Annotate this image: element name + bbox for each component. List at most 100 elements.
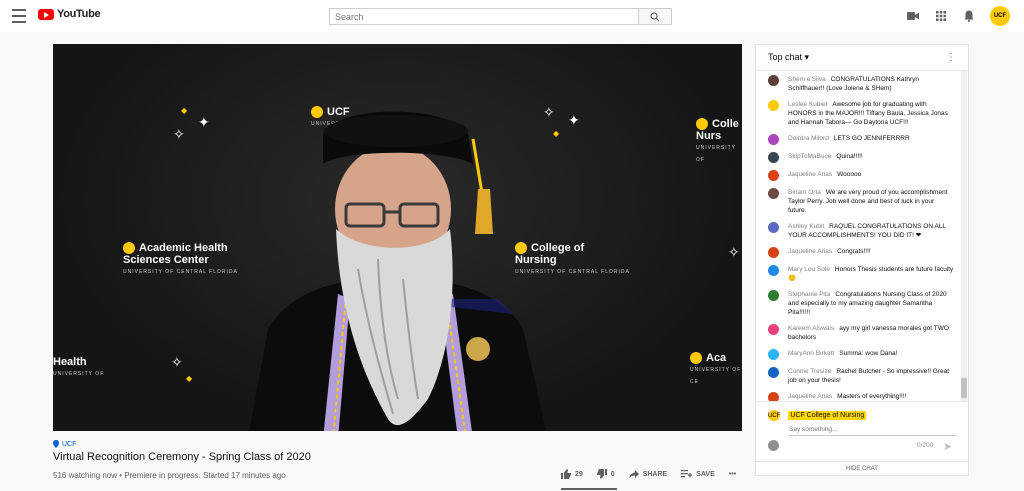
chat-author-name[interactable]: MaryAnn Birkett: [788, 350, 834, 357]
notifications-bell-icon[interactable]: [962, 9, 976, 23]
chat-message[interactable]: Kareem Alswais ayy my girl vanessa morale…: [756, 322, 962, 344]
chat-message[interactable]: Leslee Kubiet Awesome job for graduating …: [756, 98, 962, 129]
like-button[interactable]: 29: [561, 469, 583, 479]
chat-author-name[interactable]: Jaqueline Arias: [788, 171, 832, 178]
chat-message[interactable]: Biriam Orta We are very proud of you acco…: [756, 186, 962, 217]
chat-message-body: Leslee Kubiet Awesome job for graduating …: [788, 100, 954, 127]
chat-message[interactable]: Connie Tresize Rachel Butcher - So impres…: [756, 365, 962, 387]
video-title: Virtual Recognition Ceremony - Spring Cl…: [53, 451, 311, 463]
chat-message-body: Jaqueline Arias Wooooo: [788, 170, 861, 181]
chat-author-avatar[interactable]: [768, 290, 779, 301]
more-actions-button[interactable]: •••: [729, 471, 736, 478]
live-chat-panel: Top chat ▾ ⋮ Shem e'Silva CONGRATULATIONS…: [755, 44, 969, 476]
chat-author-avatar[interactable]: [768, 367, 779, 378]
chat-scrollbar[interactable]: [961, 71, 967, 401]
chat-message-text: LETS GO JENNIFERRRR: [833, 135, 910, 142]
location-tag[interactable]: UCF: [53, 440, 742, 448]
chat-message[interactable]: Stephanie Pita Congratulations Nursing Cl…: [756, 288, 962, 319]
save-label: SAVE: [696, 470, 715, 478]
video-player[interactable]: Academic Health Sciences Center UNIVERSI…: [53, 44, 742, 431]
chat-author-avatar[interactable]: [768, 188, 779, 199]
chat-message[interactable]: Jaqueline Arias Wooooo: [756, 168, 962, 183]
chat-message-body: Mary Lou Sole Honors Thesis students are …: [788, 265, 954, 283]
char-counter: 0/200: [917, 442, 934, 449]
chat-message[interactable]: Jaqueline Arias Congrats!!!!: [756, 245, 962, 260]
chat-author-avatar[interactable]: [768, 170, 779, 181]
search-input[interactable]: [329, 8, 639, 25]
chat-message-body: Connie Tresize Rachel Butcher - So impres…: [788, 367, 954, 385]
chat-author-name[interactable]: Ashley Kubit: [788, 223, 824, 230]
share-button[interactable]: SHARE: [628, 469, 668, 479]
hide-chat-button[interactable]: HIDE CHAT: [756, 461, 968, 476]
brand-sub: UNIVERSITY OF CE: [690, 367, 742, 386]
send-icon[interactable]: ➤: [943, 440, 952, 453]
emoji-icon[interactable]: [768, 440, 779, 451]
account-avatar[interactable]: UCF: [990, 6, 1010, 26]
brand-sub: UNIVERSITY OF: [53, 371, 105, 377]
chat-message[interactable]: Shem e'Silva CONGRATULATIONS Kathryn Schi…: [756, 73, 962, 95]
channel-tag-label: UCF: [62, 440, 77, 448]
share-label: SHARE: [642, 470, 668, 478]
chat-author-avatar[interactable]: [768, 265, 779, 276]
chat-header: Top chat ▾ ⋮: [756, 45, 968, 71]
sparkle-icon: ✧: [173, 126, 185, 142]
chat-message[interactable]: Ashley Kubit RAQUEL CONGRATULATIONS ON AL…: [756, 220, 962, 242]
chat-message-input[interactable]: [789, 424, 957, 436]
chat-message[interactable]: MaryAnn Birkett Summa: wow Dana!: [756, 347, 962, 362]
sparkle-icon: ✧: [728, 244, 740, 260]
chat-author-avatar[interactable]: [768, 324, 779, 335]
brand-title: Health: [53, 356, 87, 368]
youtube-logo[interactable]: YouTube: [38, 8, 101, 20]
menu-icon[interactable]: [12, 9, 26, 23]
chat-author-name[interactable]: Jaqueline Arias: [788, 393, 832, 400]
chat-author-name[interactable]: Leslee Kubiet: [788, 101, 827, 108]
create-video-icon[interactable]: [906, 9, 920, 23]
chat-message-body: Shem e'Silva CONGRATULATIONS Kathryn Schi…: [788, 75, 954, 93]
brand-academic-health: Academic Health Sciences Center UNIVERSI…: [123, 230, 238, 290]
brand-aca-edge: Aca UNIVERSITY OF CE: [690, 352, 742, 388]
video-meta: 516 watching now • Premiere in progress.…: [53, 471, 286, 480]
chat-message[interactable]: Jaqueline Arias Masters of everything!!!!: [756, 390, 962, 401]
save-button[interactable]: SAVE: [681, 469, 715, 479]
chat-author-name[interactable]: Jaqueline Arias: [788, 248, 832, 255]
chat-author-avatar[interactable]: [768, 349, 779, 360]
chat-author-name[interactable]: Connie Tresize: [788, 368, 831, 375]
chat-mode-dropdown[interactable]: Top chat ▾: [768, 52, 809, 63]
search-button[interactable]: [638, 8, 672, 25]
dislike-button[interactable]: 0: [596, 469, 615, 479]
chat-author-avatar[interactable]: [768, 222, 779, 233]
chat-author-avatar[interactable]: [768, 392, 779, 401]
like-count: 29: [575, 470, 583, 478]
chat-message[interactable]: SkipToMaBuce Quina!!!!!: [756, 150, 962, 165]
chat-author-name[interactable]: Shem e'Silva: [788, 76, 826, 83]
sparkle-icon: ✧: [171, 354, 183, 370]
location-pin-icon: [53, 440, 59, 448]
chat-author-name[interactable]: Stephanie Pita: [788, 291, 830, 298]
ucf-pegasus-icon: [690, 352, 702, 365]
chat-mode-label: Top chat: [768, 52, 803, 62]
chat-more-icon[interactable]: ⋮: [946, 52, 956, 63]
chat-messages[interactable]: Shem e'Silva CONGRATULATIONS Kathryn Schi…: [756, 71, 962, 401]
apps-grid-icon[interactable]: [934, 9, 948, 23]
chat-message-body: Jaqueline Arias Masters of everything!!!!: [788, 392, 906, 401]
chat-message-body: Jaqueline Arias Congrats!!!!: [788, 247, 871, 258]
chat-scrollbar-thumb[interactable]: [961, 378, 967, 398]
youtube-play-icon: [38, 8, 54, 20]
composer-user: UCF UCF College of Nursing: [768, 410, 867, 421]
chat-author-avatar[interactable]: [768, 134, 779, 145]
chat-author-avatar[interactable]: [768, 100, 779, 111]
chat-message[interactable]: Deirdra Milord LETS GO JENNIFERRRR: [756, 132, 962, 147]
search-icon: [650, 11, 660, 21]
chat-author-name[interactable]: Deirdra Milord: [788, 135, 829, 142]
chat-author-avatar[interactable]: [768, 247, 779, 258]
chat-author-name[interactable]: Mary Lou Sole: [788, 266, 830, 273]
sparkle-icon: ✦: [198, 114, 210, 130]
chat-author-name[interactable]: Biriam Orta: [788, 189, 821, 196]
chat-author-avatar[interactable]: [768, 75, 779, 86]
share-icon: [628, 469, 639, 479]
speaker-figure: [249, 111, 547, 431]
chat-author-name[interactable]: SkipToMaBuce: [788, 153, 831, 160]
chat-author-name[interactable]: Kareem Alswais: [788, 325, 834, 332]
chat-author-avatar[interactable]: [768, 152, 779, 163]
chat-message[interactable]: Mary Lou Sole Honors Thesis students are …: [756, 263, 962, 285]
